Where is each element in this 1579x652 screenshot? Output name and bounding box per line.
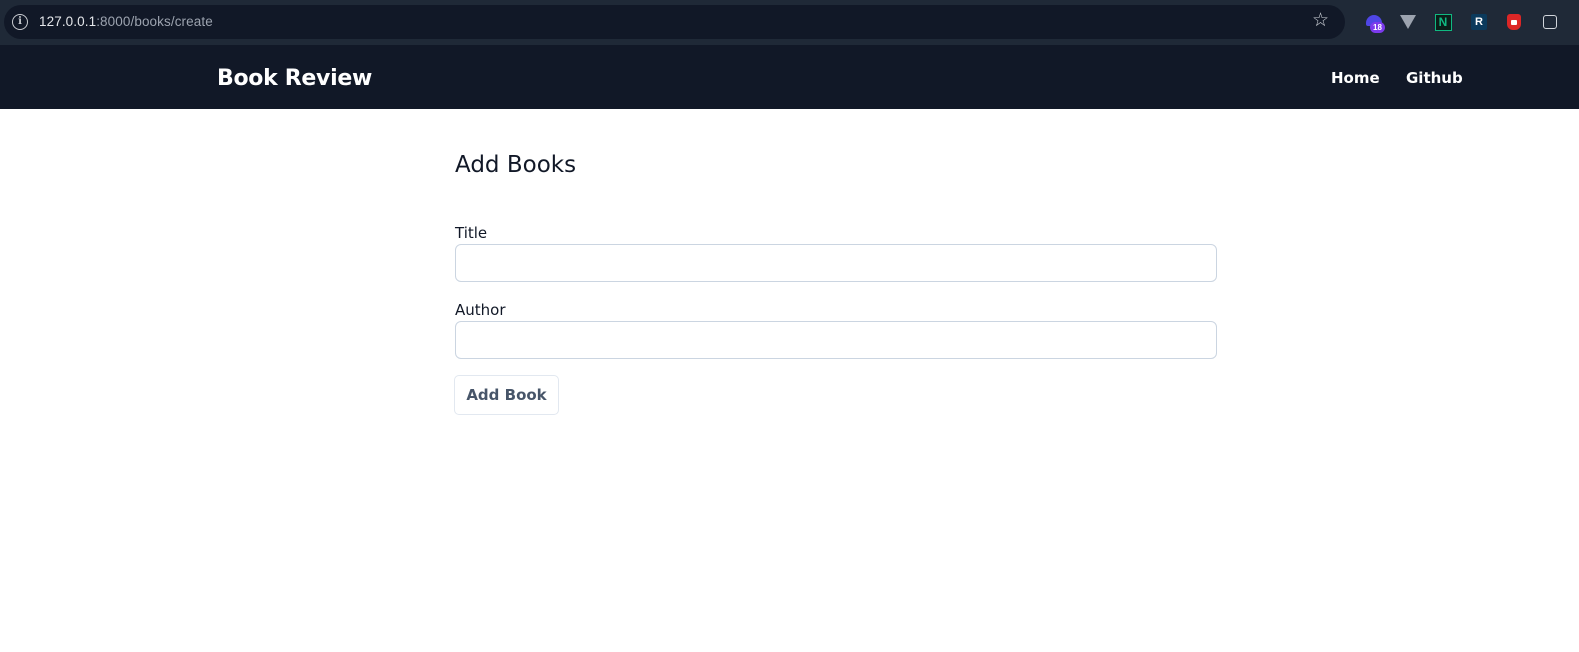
bookmark-star-icon[interactable]: ☆ — [1312, 10, 1329, 32]
brand-link[interactable]: Book Review — [217, 66, 372, 91]
title-label: Title — [455, 224, 488, 242]
extension-v-icon[interactable] — [1397, 11, 1419, 33]
address-bar[interactable]: i 127.0.0.1:8000/books/create ☆ — [4, 5, 1345, 39]
title-input[interactable] — [455, 244, 1217, 282]
nav-github-link[interactable]: Github — [1406, 69, 1463, 87]
site-navbar: Book Review Home Github — [0, 45, 1579, 109]
extension-n-icon[interactable]: N — [1432, 11, 1454, 33]
extensions-puzzle-icon[interactable] — [1539, 11, 1561, 33]
add-book-button[interactable]: Add Book — [454, 375, 559, 415]
nav-home-link[interactable]: Home — [1331, 69, 1380, 87]
extension-hat-icon[interactable]: 18 — [1363, 11, 1385, 33]
browser-toolbar: i 127.0.0.1:8000/books/create ☆ 18 N R — [0, 0, 1579, 45]
page-title: Add Books — [455, 152, 577, 178]
site-info-icon[interactable]: i — [12, 14, 28, 30]
author-input[interactable] — [455, 321, 1217, 359]
extension-r-icon[interactable]: R — [1468, 11, 1490, 33]
extension-lock-icon[interactable] — [1503, 11, 1525, 33]
url-text[interactable]: 127.0.0.1:8000/books/create — [39, 14, 213, 29]
extension-badge: 18 — [1370, 22, 1385, 33]
author-label: Author — [455, 301, 506, 319]
